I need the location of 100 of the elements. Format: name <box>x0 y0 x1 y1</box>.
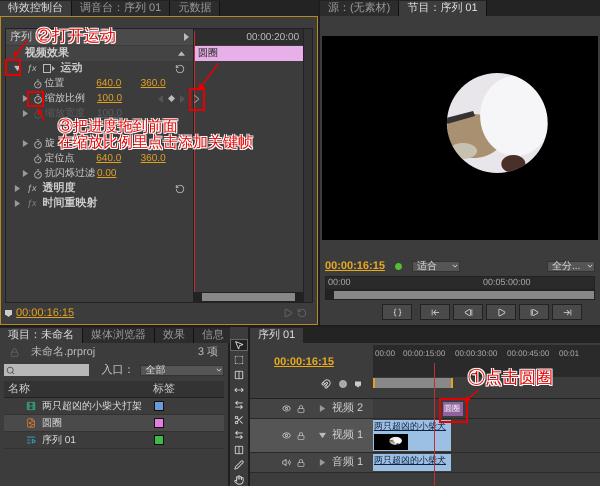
lock-icon[interactable] <box>297 458 305 466</box>
track-name: 视频 2 <box>332 401 364 416</box>
time-ruler[interactable]: 00:00:20:00 <box>194 29 304 45</box>
stopwatch-icon[interactable] <box>33 138 43 148</box>
reset-icon[interactable] <box>175 184 185 194</box>
speaker-icon[interactable] <box>282 458 291 467</box>
transport-button[interactable] <box>552 304 582 320</box>
scrollbar[interactable] <box>334 291 594 299</box>
panel-tab[interactable]: 效果 <box>155 328 194 343</box>
collapse-triangle-icon[interactable] <box>319 432 326 439</box>
dropdown[interactable]: 适合 <box>412 260 460 272</box>
transport-button[interactable] <box>453 304 483 320</box>
track-header[interactable]: 视频 2 <box>250 399 373 418</box>
track-header[interactable]: 音频 1 <box>250 453 373 472</box>
panel-tab[interactable]: 源：(无素材) <box>320 1 400 16</box>
project-item[interactable]: 两只超凶的小柴犬打架 <box>4 398 224 415</box>
play-triangle-icon[interactable] <box>184 33 189 41</box>
dropdown[interactable]: 全分... <box>547 260 595 272</box>
track-name: 音频 1 <box>332 454 364 470</box>
stopwatch-icon[interactable] <box>32 78 42 88</box>
selection-icon <box>234 340 244 350</box>
item-name: 圆圈 <box>42 416 63 430</box>
label-color-swatch[interactable] <box>154 418 164 428</box>
scrollbar-track[interactable] <box>303 29 312 302</box>
panel-tab[interactable]: 特效控制台 <box>0 1 72 16</box>
fx-icon[interactable]: ƒx <box>27 62 37 76</box>
effect-name: 透明度 <box>42 180 76 196</box>
expand-triangle-icon[interactable] <box>319 459 326 466</box>
project-item[interactable]: 序列 01 <box>4 432 224 449</box>
property-value[interactable]: 360.0 <box>140 76 185 91</box>
selection-tool[interactable] <box>230 339 248 351</box>
clip-bar: 圆圈 <box>194 46 304 61</box>
dropdown[interactable]: 全部 <box>140 364 224 376</box>
current-timecode[interactable]: 00:00:16:15 <box>16 304 74 322</box>
title-clip[interactable]: 圆圈 <box>443 402 463 416</box>
eye-icon[interactable] <box>282 431 291 440</box>
collapse-triangle-icon[interactable] <box>178 51 185 56</box>
stopwatch-icon[interactable] <box>32 154 42 164</box>
panel-tab[interactable]: 元数据 <box>170 1 220 16</box>
lock-icon[interactable] <box>297 404 305 412</box>
transport-button[interactable] <box>519 304 549 320</box>
marker-icon[interactable] <box>5 310 12 316</box>
stopwatch-icon[interactable] <box>33 94 43 104</box>
label-color-swatch[interactable] <box>154 435 164 445</box>
next-keyframe-icon[interactable] <box>194 95 199 103</box>
expand-triangle-icon[interactable] <box>14 185 21 192</box>
reset-icon[interactable] <box>175 64 185 74</box>
column-header[interactable]: 名称 <box>8 380 153 398</box>
track-name: 视频 1 <box>332 428 364 444</box>
expand-triangle-icon[interactable] <box>14 200 21 207</box>
property-value[interactable]: 100.0 <box>97 91 143 106</box>
property-name: 旋 <box>45 136 55 151</box>
transport-button[interactable] <box>382 304 412 320</box>
time-ruler[interactable]: 00:00 00:05:00:00 <box>325 276 595 290</box>
sequence-icon <box>26 435 36 445</box>
transport-button[interactable] <box>420 304 450 320</box>
search-icon <box>6 366 15 374</box>
collapse-triangle-icon[interactable] <box>14 65 21 72</box>
scrollbar[interactable] <box>202 293 296 301</box>
lock-icon[interactable] <box>297 432 305 440</box>
panel-tab[interactable]: 信息 <box>194 328 233 343</box>
item-name: 序列 01 <box>42 434 77 448</box>
transport-button[interactable] <box>486 304 516 320</box>
search-field[interactable] <box>4 364 90 376</box>
panel-tab[interactable]: 序列 01 <box>250 328 304 343</box>
property-value[interactable]: 640.0 <box>96 151 141 166</box>
annotation-box <box>27 91 44 107</box>
project-item[interactable]: 圆圈 <box>4 415 224 432</box>
annotation-box <box>189 88 205 111</box>
transform-icon <box>42 64 55 73</box>
expand-triangle-icon[interactable] <box>22 170 29 177</box>
marker-icon[interactable] <box>355 380 361 388</box>
panel-tab[interactable]: 调音台：序列 01 <box>72 1 170 16</box>
panel-tab[interactable]: 项目：未命名 <box>0 328 83 343</box>
timeline-timecode[interactable]: 00:00:16:15 <box>274 356 334 368</box>
annotation-arrow <box>464 389 478 403</box>
expand-triangle-icon[interactable] <box>22 95 29 102</box>
snap-icon[interactable] <box>321 379 331 389</box>
play-icon <box>496 308 506 316</box>
program-timecode[interactable]: 00:00:16:15 <box>325 258 385 274</box>
column-header[interactable]: 标签 <box>153 380 175 398</box>
stopwatch-icon[interactable] <box>33 168 43 178</box>
expand-triangle-icon[interactable] <box>22 140 29 147</box>
track-header[interactable]: 视频 1 <box>250 419 373 452</box>
fx-icon[interactable]: ƒx <box>27 196 37 210</box>
label-color-swatch[interactable] <box>154 401 164 411</box>
property-value[interactable]: 0.00 <box>97 166 143 181</box>
annotation-box <box>439 398 468 423</box>
property-value[interactable]: 360.0 <box>140 151 185 166</box>
expand-triangle-icon[interactable] <box>319 405 326 412</box>
caret-icon <box>450 262 459 270</box>
eye-icon[interactable] <box>282 404 291 413</box>
property-name: 抗闪烁过滤 <box>45 166 95 181</box>
property-value[interactable]: 640.0 <box>96 76 141 91</box>
panel-tab[interactable]: 节目：序列 01 <box>399 1 487 16</box>
hand-icon <box>234 475 244 485</box>
panel-tab[interactable]: 媒体浏览器 <box>83 328 155 343</box>
fx-icon[interactable]: ƒx <box>27 182 37 196</box>
add-keyframe-icon[interactable] <box>168 95 175 102</box>
annotation-text: ③把进度拖到前面 <box>58 119 178 135</box>
